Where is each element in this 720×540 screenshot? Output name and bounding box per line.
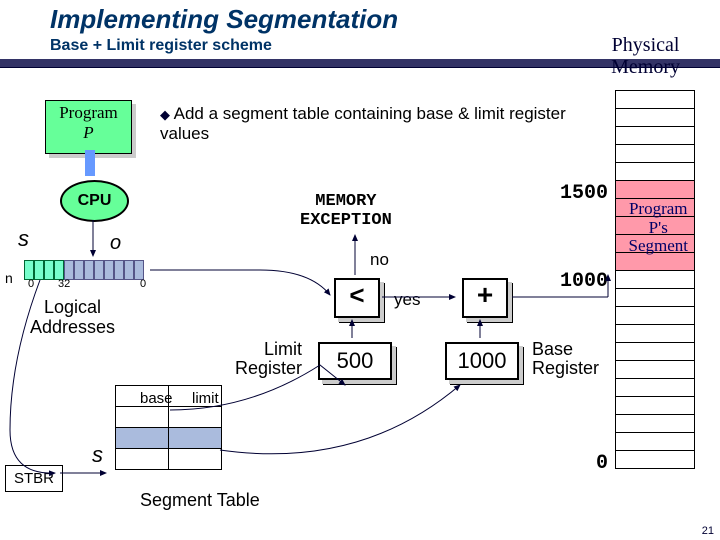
stbr-box: STBR xyxy=(5,465,63,492)
row-s-label: s xyxy=(92,442,103,468)
segment-label: Program P's Segment xyxy=(629,200,689,256)
bit-num-right: 0 xyxy=(140,278,146,290)
bit-num-32: 32 xyxy=(58,278,70,290)
s-label: s xyxy=(18,226,29,252)
add-box: + xyxy=(462,278,508,318)
limit-register-label: Limit Register xyxy=(235,340,302,378)
addr-0: 0 xyxy=(596,452,608,475)
addr-1000: 1000 xyxy=(560,270,608,293)
segment-table-label: Segment Table xyxy=(140,490,260,511)
segment-table xyxy=(115,385,222,470)
page-number: 21 xyxy=(702,525,714,537)
page-title: Implementing Segmentation xyxy=(0,0,720,37)
base-register-box: 1000 xyxy=(445,342,519,380)
memory-exception-label: MEMORY EXCEPTION xyxy=(300,192,392,230)
addr-1500: 1500 xyxy=(560,182,608,205)
bit-num-0: 0 xyxy=(28,278,34,290)
base-register-label: Base Register xyxy=(532,340,599,378)
compare-box: < xyxy=(334,278,380,318)
bit-array xyxy=(24,260,144,280)
bullet-text: Add a segment table containing base & li… xyxy=(160,104,580,144)
yes-label: yes xyxy=(394,290,420,310)
o-label: o xyxy=(110,232,121,255)
logical-addresses-label: Logical Addresses xyxy=(30,298,115,338)
cpu-node: CPU xyxy=(60,180,129,222)
physical-memory-label: Physical Memory xyxy=(611,34,680,78)
n-label: n xyxy=(5,270,13,286)
physical-memory-diagram xyxy=(615,90,695,469)
limit-register-box: 500 xyxy=(318,342,392,380)
no-label: no xyxy=(370,250,389,270)
program-box: ProgramP xyxy=(45,100,132,154)
